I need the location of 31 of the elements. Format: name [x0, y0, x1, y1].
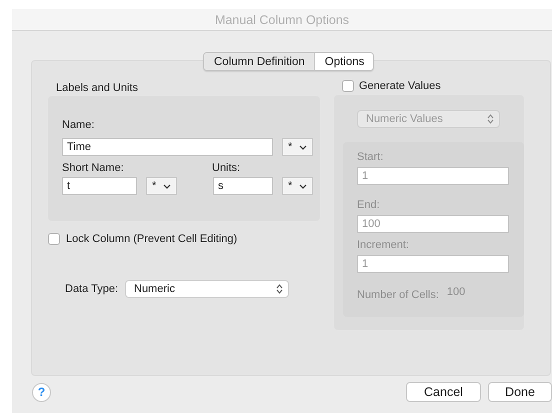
done-button[interactable]: Done: [488, 382, 552, 402]
number-of-cells-label: Number of Cells:: [357, 289, 439, 301]
name-field[interactable]: Time: [62, 138, 273, 156]
chevron-down-icon: [299, 184, 307, 188]
start-label: Start:: [357, 151, 384, 163]
end-label: End:: [357, 199, 381, 211]
window-title: Manual Column Options: [214, 12, 350, 26]
generate-values-checkbox[interactable]: [342, 80, 354, 92]
tab[interactable]: Column Definition: [204, 53, 315, 70]
units-field[interactable]: s: [213, 177, 273, 195]
short-name-menu[interactable]: *: [146, 177, 177, 195]
increment-label: Increment:: [357, 239, 410, 251]
name-label: Name:: [62, 119, 96, 131]
data-type-select[interactable]: Numeric: [125, 280, 289, 298]
data-type-label: Data Type:: [65, 283, 118, 295]
name-menu[interactable]: *: [282, 138, 313, 156]
lock-checkbox[interactable]: [48, 233, 60, 245]
short-name-label: Short Name:: [62, 162, 125, 174]
chevron-down-icon: [163, 184, 171, 188]
tab[interactable]: Options: [314, 53, 374, 70]
short-name-field[interactable]: t: [62, 177, 137, 195]
units-menu[interactable]: *: [282, 177, 313, 195]
number-of-cells-value: 100: [446, 286, 466, 298]
cancel-button[interactable]: Cancel: [406, 382, 481, 402]
lock-column-label: Lock Column (Prevent Cell Editing): [66, 233, 238, 245]
up-down-arrows-icon: [487, 114, 494, 124]
generate-values-label: Generate Values: [359, 80, 441, 92]
chevron-down-icon: [299, 144, 307, 150]
up-down-arrows-icon: [276, 284, 283, 294]
section-title: Labels and Units: [56, 82, 139, 94]
units-label: Units:: [212, 162, 240, 174]
